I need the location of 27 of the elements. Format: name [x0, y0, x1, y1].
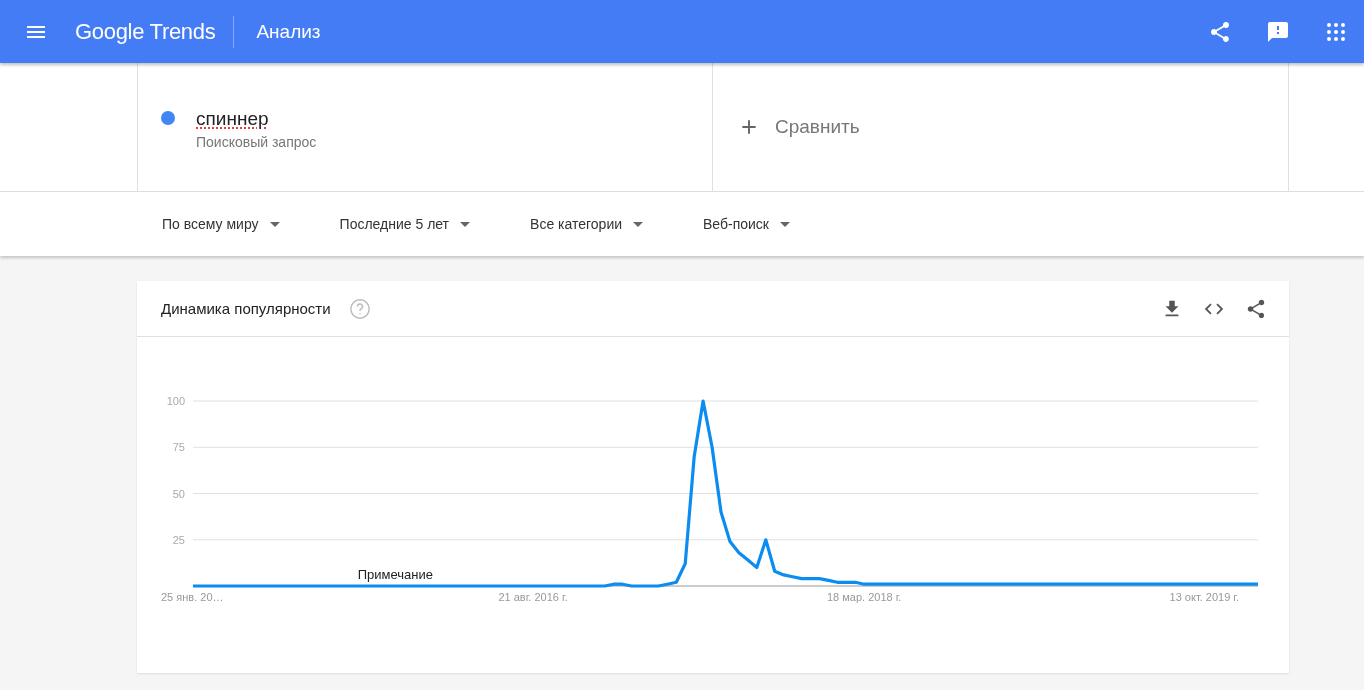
y-axis-label: 50 [172, 487, 185, 500]
dropdown-caret-icon [780, 221, 790, 227]
card-title: Динамика популярности [161, 300, 331, 317]
filter-dropdown[interactable]: По всему миру [150, 208, 292, 240]
x-axis-label: 18 мар. 2018 г. [827, 591, 902, 603]
compare-button[interactable]: Сравнить [712, 63, 1289, 191]
x-axis-label: 13 окт. 2019 г. [1169, 591, 1240, 603]
y-axis-label: 25 [172, 533, 185, 546]
page-title: Анализ [256, 20, 321, 43]
dropdown-caret-icon [633, 221, 644, 227]
x-axis-label: 25 янв. 20… [161, 591, 224, 603]
share-icon[interactable] [1208, 19, 1232, 44]
logo[interactable]: Google Trends [75, 18, 216, 45]
annotation-label[interactable]: Примечание [357, 567, 433, 582]
share-icon[interactable] [1245, 297, 1267, 320]
filter-dropdown[interactable]: Веб-поиск [691, 208, 802, 240]
x-axis-label: 21 авг. 2016 г. [498, 591, 568, 603]
search-term[interactable]: спиннер [196, 108, 317, 130]
filter-dropdown[interactable]: Все категории [518, 208, 656, 240]
feedback-icon[interactable] [1266, 19, 1290, 44]
filter-dropdown[interactable]: Последние 5 лет [327, 208, 483, 240]
dropdown-caret-icon [269, 221, 280, 227]
plus-icon [741, 119, 757, 135]
y-axis-label: 100 [166, 395, 185, 407]
y-axis-label: 75 [172, 441, 185, 454]
dropdown-caret-icon [460, 221, 471, 227]
term-type: Поисковый запрос [196, 134, 317, 150]
